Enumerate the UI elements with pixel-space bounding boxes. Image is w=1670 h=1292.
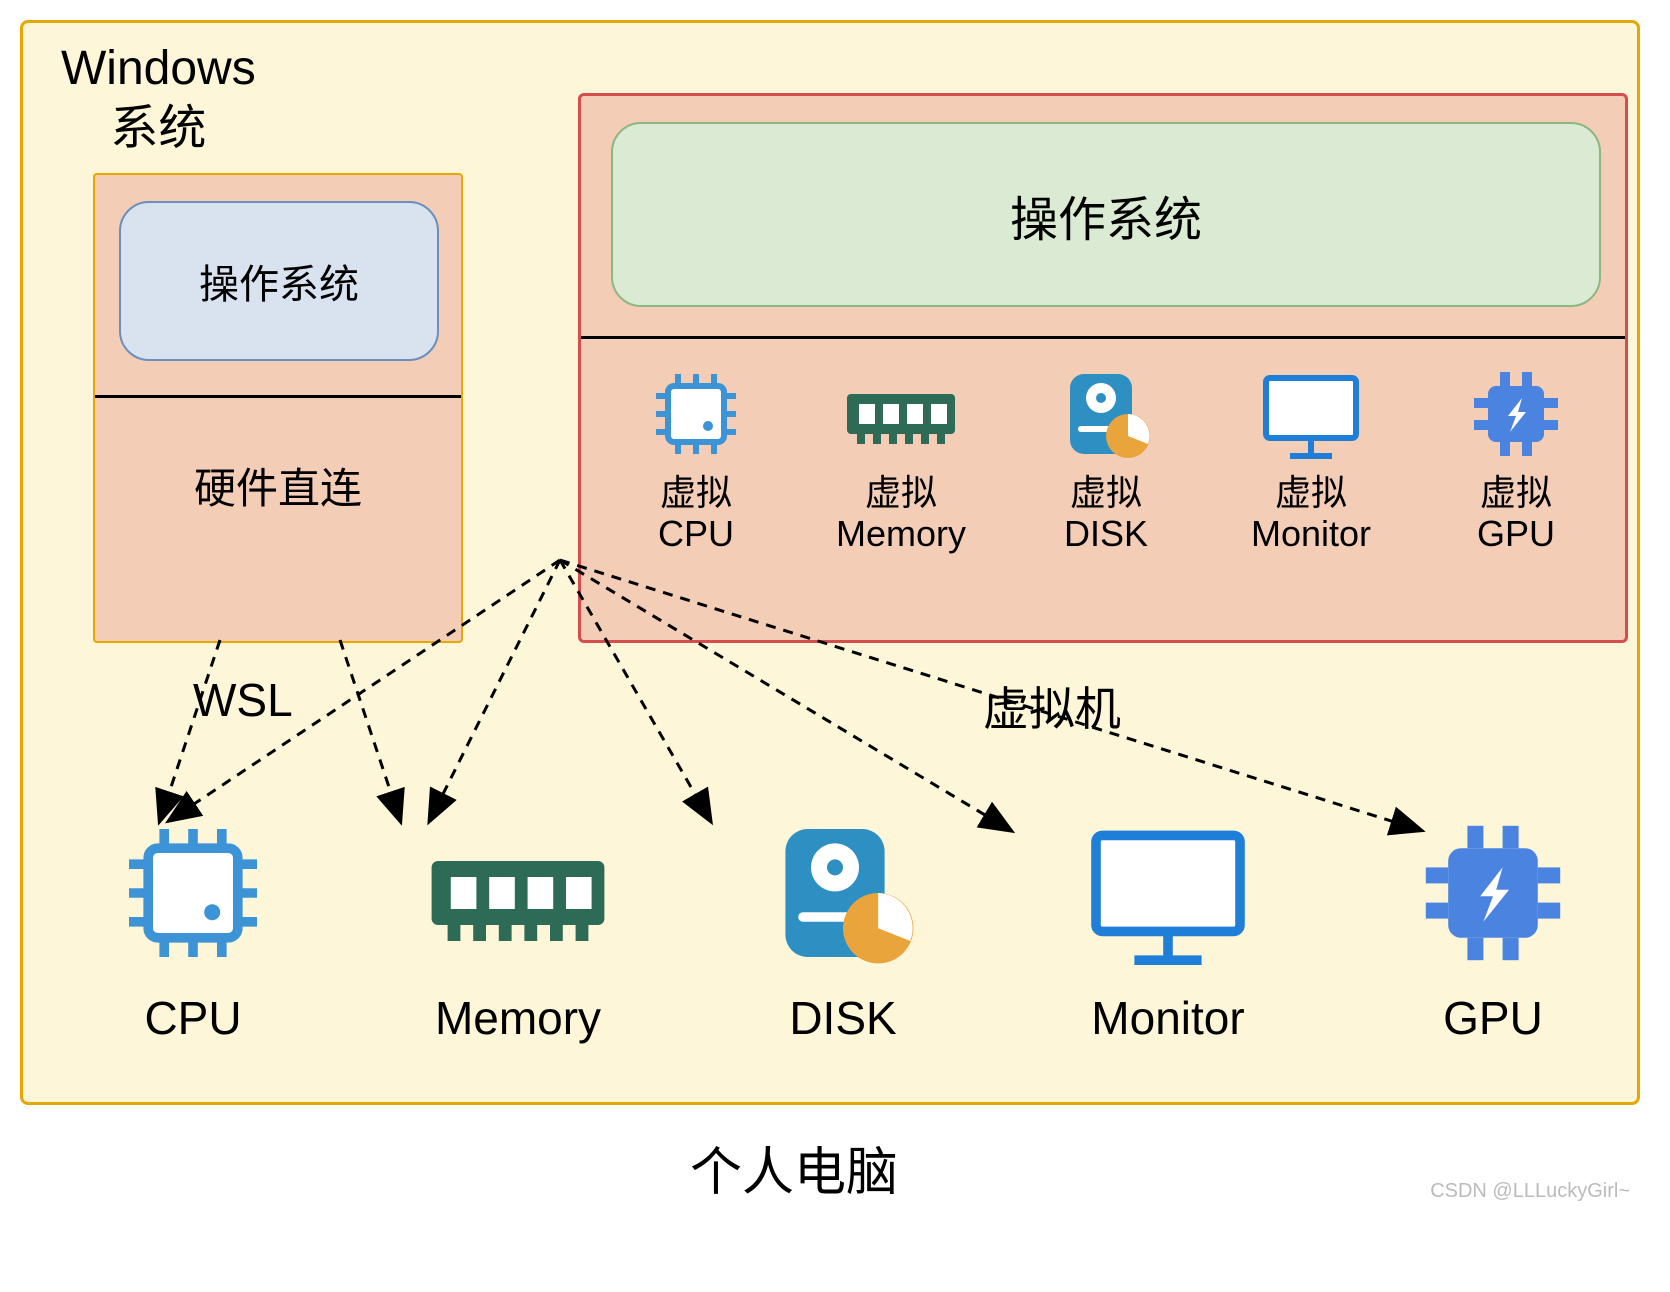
- vm-item-gpu: 虚拟GPU: [1421, 364, 1611, 555]
- windows-title-line2: 系统: [110, 102, 206, 155]
- pc-item-memory: Memory: [388, 813, 648, 1045]
- pc-cpu-label: CPU: [144, 991, 241, 1045]
- disk-icon: [1051, 364, 1161, 464]
- wsl-hardware-label: 硬件直连: [95, 455, 461, 516]
- pc-gpu-label: GPU: [1443, 991, 1543, 1045]
- disk-icon: [753, 813, 933, 973]
- monitor-icon: [1246, 364, 1376, 464]
- vm-gpu-line2: GPU: [1477, 513, 1555, 554]
- pc-mon-label: Monitor: [1091, 991, 1244, 1045]
- vm-mon-line1: 虚拟: [1275, 472, 1347, 513]
- gpu-icon: [1461, 364, 1571, 464]
- cpu-icon: [108, 813, 278, 973]
- vm-item-monitor: 虚拟Monitor: [1216, 364, 1406, 555]
- windows-system-box: Windows 系统 操作系统 硬件直连 操作系统 虚拟CPU 虚拟Memory: [20, 20, 1640, 1105]
- vm-item-cpu: 虚拟CPU: [601, 364, 791, 555]
- vm-mon-line2: Monitor: [1251, 513, 1371, 554]
- vm-hardware-row: 虚拟CPU 虚拟Memory 虚拟DISK 虚拟Monitor 虚拟GPU: [601, 364, 1611, 555]
- vm-os-box: 操作系统: [611, 122, 1601, 307]
- wsl-os-box: 操作系统: [119, 201, 439, 361]
- watermark: CSDN @LLLuckyGirl~: [1430, 1180, 1630, 1203]
- wsl-os-label: 操作系统: [199, 252, 359, 310]
- wsl-label: WSL: [193, 673, 293, 727]
- vm-os-label: 操作系统: [1010, 180, 1202, 250]
- pc-hardware-row: CPU Memory DISK Monitor GPU: [63, 813, 1623, 1045]
- windows-title-line1: Windows: [61, 42, 256, 95]
- pc-disk-label: DISK: [789, 991, 896, 1045]
- pc-item-gpu: GPU: [1363, 813, 1623, 1045]
- vm-cpu-line2: CPU: [658, 513, 734, 554]
- windows-title: Windows 系统: [61, 39, 256, 159]
- wsl-divider: [95, 395, 461, 398]
- memory-icon: [388, 813, 648, 973]
- gpu-icon: [1408, 813, 1578, 973]
- vm-disk-line1: 虚拟: [1070, 472, 1142, 513]
- pc-title: 个人电脑: [690, 1130, 898, 1205]
- vm-disk-line2: DISK: [1064, 513, 1148, 554]
- vm-item-memory: 虚拟Memory: [806, 364, 996, 555]
- vm-item-disk: 虚拟DISK: [1011, 364, 1201, 555]
- cpu-icon: [641, 364, 751, 464]
- vm-mem-line1: 虚拟: [865, 472, 937, 513]
- monitor-icon: [1058, 813, 1278, 973]
- wsl-box: 操作系统 硬件直连: [93, 173, 463, 643]
- memory-icon: [826, 364, 976, 464]
- pc-item-monitor: Monitor: [1038, 813, 1298, 1045]
- vm-cpu-line1: 虚拟: [660, 472, 732, 513]
- vm-mem-line2: Memory: [836, 513, 966, 554]
- vm-label: 虚拟机: [983, 673, 1121, 739]
- vm-box: 操作系统 虚拟CPU 虚拟Memory 虚拟DISK 虚拟Monitor: [578, 93, 1628, 643]
- pc-mem-label: Memory: [435, 991, 601, 1045]
- vm-divider: [581, 336, 1625, 339]
- pc-item-disk: DISK: [713, 813, 973, 1045]
- pc-item-cpu: CPU: [63, 813, 323, 1045]
- vm-gpu-line1: 虚拟: [1480, 472, 1552, 513]
